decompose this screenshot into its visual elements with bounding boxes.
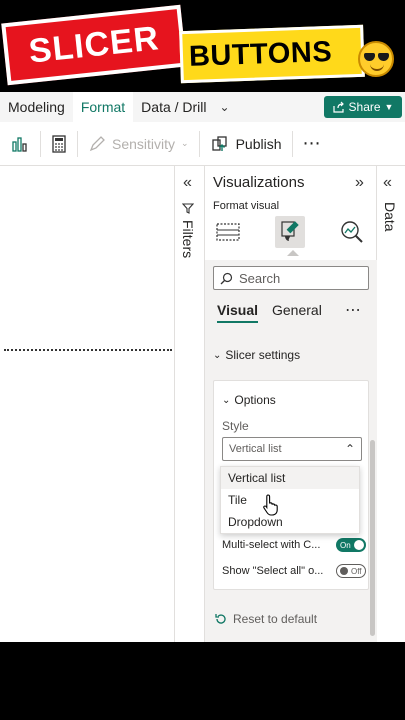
scrollbar[interactable]: [370, 440, 375, 636]
reset-label: Reset to default: [233, 612, 318, 626]
selection-border: [4, 349, 172, 351]
publish-button[interactable]: Publish: [200, 122, 292, 166]
calculator-icon: [52, 134, 66, 153]
data-toggle[interactable]: Data: [382, 202, 398, 232]
active-pointer: [287, 250, 299, 256]
reset-icon: [215, 614, 226, 624]
chevron-down-icon: ▼: [384, 102, 394, 112]
filter-icon: [182, 203, 194, 214]
double-chevron-left-icon[interactable]: «: [183, 174, 192, 192]
share-icon: [332, 101, 344, 113]
build-visual-button[interactable]: [213, 216, 243, 248]
tab-modeling[interactable]: Modeling: [0, 92, 73, 122]
more-options-button[interactable]: ⋯: [293, 122, 333, 166]
select-all-toggle[interactable]: Off: [336, 564, 366, 578]
pane-title: Visualizations: [213, 174, 305, 191]
options-label: Options: [234, 393, 276, 407]
slicer-settings-label: Slicer settings: [225, 348, 301, 362]
style-option-tile[interactable]: Tile: [221, 489, 359, 511]
filters-label: Filters: [180, 220, 196, 259]
tab-visual[interactable]: Visual: [217, 302, 258, 323]
format-visual-label: Format visual: [213, 200, 280, 212]
format-tabs: Visual General: [217, 302, 322, 323]
analytics-magnifier-icon: [341, 221, 363, 243]
search-placeholder: Search: [239, 270, 281, 286]
chevron-down-icon: ⌄: [181, 138, 189, 148]
search-input[interactable]: Search: [213, 266, 369, 290]
hand-cursor-icon: [263, 494, 278, 516]
options-header[interactable]: ⌄ Options: [222, 393, 276, 407]
select-all-row: Show "Select all" o... Off: [222, 564, 366, 578]
chevron-down-icon[interactable]: ⌄: [215, 92, 235, 122]
share-button[interactable]: Share ▼: [324, 96, 402, 118]
style-option-vertical-list[interactable]: Vertical list: [221, 467, 359, 489]
visualizations-pane: Visualizations » Format visual Search Vi…: [205, 166, 377, 642]
double-chevron-left-icon[interactable]: «: [383, 174, 392, 192]
tab-format[interactable]: Format: [72, 92, 134, 122]
ribbon-tabs: Modeling Format Data / Drill ⌄ Share ▼: [0, 92, 405, 122]
report-canvas[interactable]: [0, 166, 175, 642]
multi-select-label: Multi-select with C...: [222, 539, 321, 551]
sensitivity-icon: [89, 135, 105, 151]
publish-icon: [211, 135, 227, 151]
more-options-icon[interactable]: ⋯: [345, 300, 362, 320]
banner-text-slicer: SLICER: [26, 18, 161, 71]
powerbi-app: Modeling Format Data / Drill ⌄ Share ▼ S…: [0, 92, 405, 642]
format-settings-scroll[interactable]: Search Visual General ⋯ ⌄ Slicer setting…: [205, 260, 377, 642]
multi-select-toggle[interactable]: On: [336, 538, 366, 552]
style-dropdown-list: Vertical list Tile Dropdown: [220, 466, 360, 534]
new-visual-button[interactable]: [0, 122, 40, 166]
ribbon-toolbar: Sensitivity ⌄ Publish ⋯: [0, 122, 405, 166]
multi-select-row: Multi-select with C... On: [222, 538, 366, 552]
bar-chart-add-icon: [12, 136, 27, 152]
pane-mode-icons: [205, 216, 377, 256]
search-icon: [220, 272, 233, 284]
sensitivity-button[interactable]: Sensitivity ⌄: [78, 122, 199, 166]
title-banner-slicer: SLICER: [1, 4, 187, 86]
style-dropdown[interactable]: Vertical list ⌃: [222, 437, 362, 461]
screen: SLICER BUTTONS Modeling Format Data / Dr…: [0, 0, 405, 720]
double-chevron-right-icon[interactable]: »: [355, 174, 364, 192]
chevron-up-icon: ⌃: [344, 442, 355, 456]
tab-general[interactable]: General: [272, 302, 322, 323]
format-visual-button[interactable]: [275, 216, 305, 248]
title-banner-buttons: BUTTONS: [179, 24, 365, 84]
slicer-settings-header[interactable]: ⌄ Slicer settings: [213, 348, 300, 362]
filters-pane-collapsed: « Filters: [175, 166, 205, 642]
reset-to-default-button[interactable]: Reset to default: [215, 612, 317, 626]
analytics-button[interactable]: [337, 216, 367, 248]
paintbrush-icon: [281, 221, 299, 241]
select-all-label: Show "Select all" o...: [222, 565, 324, 577]
calculator-button[interactable]: [41, 122, 77, 166]
chevron-down-icon: ⌄: [213, 349, 222, 361]
tab-data-drill[interactable]: Data / Drill: [133, 92, 214, 122]
publish-label: Publish: [235, 135, 282, 152]
sunglasses-emoji-icon: [358, 41, 394, 77]
data-pane-collapsed: « Data: [377, 166, 405, 642]
style-dropdown-value: Vertical list: [229, 443, 282, 455]
chevron-down-icon: ⌄: [222, 394, 231, 406]
sensitivity-label: Sensitivity: [112, 135, 176, 152]
filters-toggle[interactable]: Filters: [180, 202, 196, 258]
style-label: Style: [222, 419, 249, 433]
banner-text-buttons: BUTTONS: [188, 35, 333, 73]
share-label: Share: [348, 100, 381, 114]
style-option-dropdown[interactable]: Dropdown: [221, 511, 359, 533]
fields-grid-icon: [216, 223, 240, 241]
